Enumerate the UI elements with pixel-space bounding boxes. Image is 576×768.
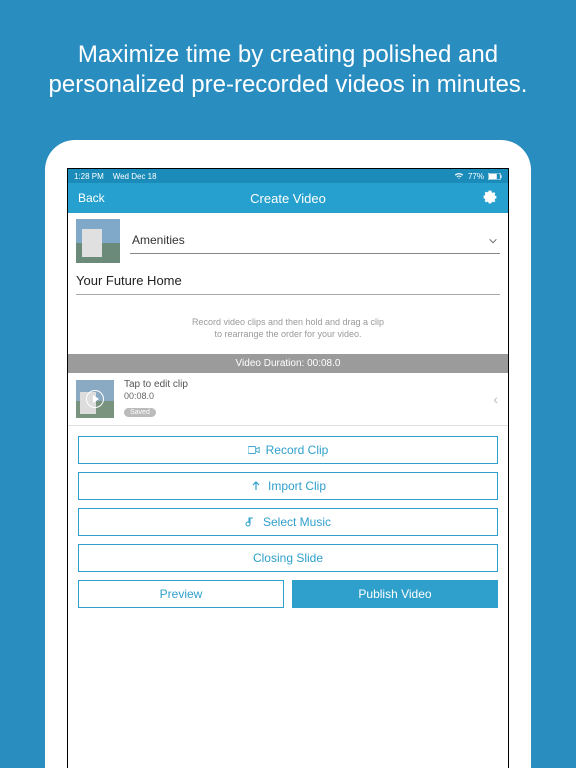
clip-badge: Saved bbox=[124, 408, 156, 417]
video-title-input[interactable]: Your Future Home bbox=[76, 273, 500, 295]
nav-title: Create Video bbox=[68, 191, 508, 206]
property-thumbnail[interactable] bbox=[76, 219, 120, 263]
clip-label: Tap to edit clip bbox=[124, 379, 483, 390]
promo-banner: Maximize time by creating polished and p… bbox=[0, 0, 576, 140]
preview-button[interactable]: Preview bbox=[78, 580, 284, 608]
settings-button[interactable] bbox=[482, 189, 498, 205]
status-battery: 77% bbox=[468, 172, 484, 181]
hint-line1: Record video clips and then hold and dra… bbox=[78, 317, 498, 329]
category-value: Amenities bbox=[132, 233, 185, 247]
tablet-frame: 1:28 PM Wed Dec 18 77% Back Create Video bbox=[45, 140, 531, 768]
record-clip-button[interactable]: Record Clip bbox=[78, 436, 498, 464]
upload-icon bbox=[250, 480, 262, 492]
duration-bar: Video Duration: 00:08.0 bbox=[68, 354, 508, 373]
promo-headline: Maximize time by creating polished and p… bbox=[30, 40, 546, 100]
status-left: 1:28 PM Wed Dec 18 bbox=[74, 172, 157, 181]
wifi-icon bbox=[454, 172, 464, 180]
music-label: Select Music bbox=[263, 515, 331, 529]
record-label: Record Clip bbox=[266, 443, 329, 457]
chevron-down-icon bbox=[488, 235, 498, 245]
instruction-text: Record video clips and then hold and dra… bbox=[68, 299, 508, 354]
chevron-left-icon: ‹ bbox=[493, 391, 500, 407]
back-button[interactable]: Back bbox=[78, 191, 105, 205]
bottom-row: Preview Publish Video bbox=[78, 580, 498, 608]
status-time: 1:28 PM bbox=[74, 172, 104, 181]
battery-icon bbox=[488, 173, 502, 180]
clip-time: 00:08.0 bbox=[124, 391, 483, 401]
video-icon bbox=[248, 444, 260, 456]
select-music-button[interactable]: Select Music bbox=[78, 508, 498, 536]
action-buttons: Record Clip Import Clip Select Music Clo… bbox=[68, 426, 508, 608]
category-select[interactable]: Amenities bbox=[130, 229, 500, 254]
clip-info: Tap to edit clip 00:08.0 Saved bbox=[124, 379, 483, 419]
nav-bar: Back Create Video bbox=[68, 183, 508, 213]
clip-thumbnail[interactable] bbox=[76, 380, 114, 418]
publish-label: Publish Video bbox=[358, 587, 431, 601]
music-icon bbox=[245, 516, 257, 528]
status-date: Wed Dec 18 bbox=[113, 172, 157, 181]
import-label: Import Clip bbox=[268, 479, 326, 493]
gear-icon bbox=[482, 189, 498, 205]
publish-button[interactable]: Publish Video bbox=[292, 580, 498, 608]
status-bar: 1:28 PM Wed Dec 18 77% bbox=[68, 169, 508, 183]
header-row: Amenities bbox=[68, 213, 508, 263]
clip-item[interactable]: Tap to edit clip 00:08.0 Saved ‹ bbox=[68, 373, 508, 426]
status-right: 77% bbox=[454, 172, 502, 181]
title-row: Your Future Home bbox=[68, 263, 508, 299]
hint-line2: to rearrange the order for your video. bbox=[78, 329, 498, 341]
app-screen: 1:28 PM Wed Dec 18 77% Back Create Video bbox=[67, 168, 509, 768]
import-clip-button[interactable]: Import Clip bbox=[78, 472, 498, 500]
closing-label: Closing Slide bbox=[253, 551, 323, 565]
preview-label: Preview bbox=[160, 587, 203, 601]
closing-slide-button[interactable]: Closing Slide bbox=[78, 544, 498, 572]
